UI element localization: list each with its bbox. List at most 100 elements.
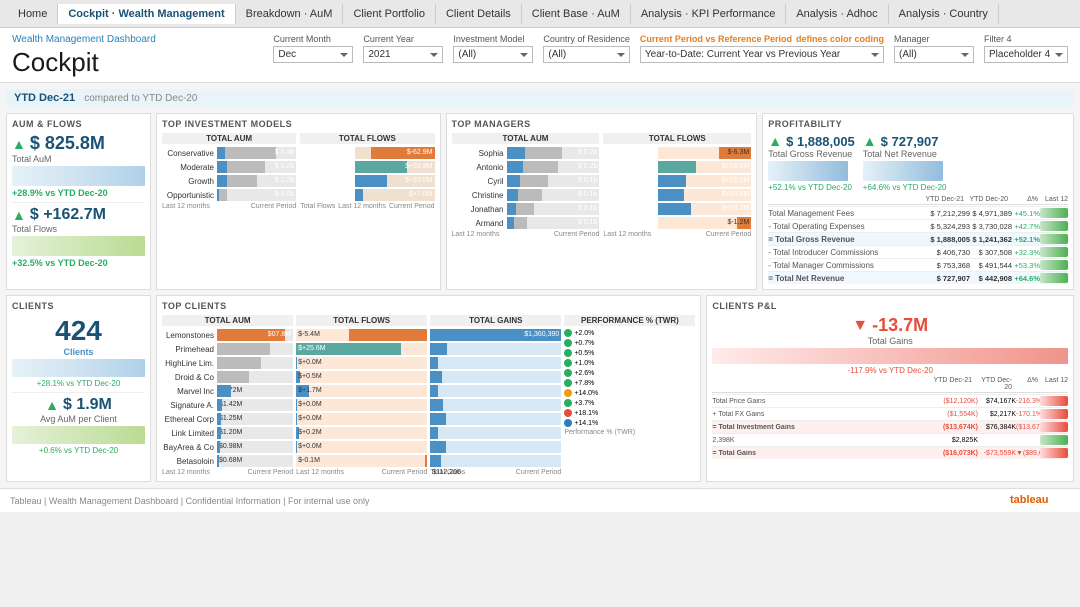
ctrl-filter4-label: Filter 4 <box>984 34 1068 44</box>
gains-label: Total Gains <box>712 336 1068 346</box>
mgr-flows-label: TOTAL FLOWS <box>603 133 751 144</box>
mgr-flows-col: TOTAL FLOWS $-6.3M $+16.6M $+16.2M $+10.… <box>603 133 751 238</box>
tc-gn-pri: $172,315 <box>430 343 561 355</box>
footer: Tableau | Wealth Management Dashboard | … <box>0 488 1080 512</box>
pnl-total-gains: = Total Gains($16,073K)-$73,559K▼($89,63… <box>712 446 1068 459</box>
flows-mini-chart <box>12 236 145 256</box>
ctrl-country-label: Country of Residence <box>543 34 630 44</box>
investment-models-cols: TOTAL AUM Conservative $ 0.4b Moderate <box>162 133 435 210</box>
nav-client-base[interactable]: Client Base · AuM <box>522 4 631 24</box>
tc-gn-eth: $160,221 <box>430 413 561 425</box>
manager-select[interactable]: (All) <box>894 46 974 63</box>
inv-aum-label: TOTAL AUM <box>162 133 296 144</box>
inv-flows-label: TOTAL FLOWS <box>300 133 434 144</box>
main-content: YTD Dec-21 compared to YTD Dec-20 AuM & … <box>0 83 1080 488</box>
tc-flows-bars: $-5.4M $+25.6M $+0.0M $+0.5M $+1.7M $+0.… <box>296 329 427 467</box>
clients-pnl-panel: CLIENTS P&L ▼ -13.7M Total Gains -117.9%… <box>706 295 1074 482</box>
mgr-christine-flows: $+10.2M <box>603 189 751 201</box>
clients-count: 424 <box>12 315 145 347</box>
tc-pf-bay: +18.1% <box>564 409 695 417</box>
tc-flows-label: TOTAL FLOWS <box>296 315 427 326</box>
tc-aum-marvel: Marvel Inc$4.72M <box>162 385 293 397</box>
ctrl-country: Country of Residence (All) <box>543 34 630 63</box>
tc-pf-hig: +0.5% <box>564 349 695 357</box>
tc-fl-dro: $+0.5M <box>296 371 427 383</box>
nav-analysis-country[interactable]: Analysis · Country <box>889 4 999 24</box>
header-subtitle: Wealth Management Dashboard <box>12 34 156 45</box>
tc-perf-rows: +2.0% +0.7% +0.5% +1.0% +2.6% +7.8% +14.… <box>564 329 695 427</box>
avg-change: +0.6% vs YTD Dec-20 <box>12 446 145 455</box>
pnl-other: 2,398K$2,825K <box>712 433 1068 446</box>
gross-value: $ 1,888,005 <box>786 134 855 149</box>
nav-cockpit[interactable]: Cockpit · Wealth Management <box>58 4 235 24</box>
tc-gn-lnk: $83,097 <box>430 427 561 439</box>
mgr-christine-aum: Christine$ 0.1b <box>452 189 600 201</box>
tc-perf-label: PERFORMANCE % (TWR) <box>564 315 695 326</box>
country-select[interactable]: (All) <box>543 46 630 63</box>
tc-fl-lem: $-5.4M <box>296 329 427 341</box>
tc-aum-bars: Lemonstones$07.8M Primehead$17.53M HighL… <box>162 329 293 467</box>
tc-aum-highline: HighLine Lim.$14.57M <box>162 357 293 369</box>
nav-client-details[interactable]: Client Details <box>436 4 522 24</box>
pnl-inv-gains: = Total Investment Gains($13,674K)$76,38… <box>712 420 1068 433</box>
tc-aum-signature: Signature A.$1.42M <box>162 399 293 411</box>
nav-breakdown[interactable]: Breakdown · AuM <box>236 4 344 24</box>
profitability-panel: PROFITABILITY ▲ $ 1,888,005 Total Gross … <box>762 113 1074 290</box>
flows-kpi: ▲ $ +162.7M Total Flows +32.5% vs YTD De… <box>12 206 145 268</box>
prof-op-exp: - Total Operating Expenses$ 5,324,293$ 3… <box>768 219 1068 232</box>
tc-pf-dro: +1.0% <box>564 359 695 367</box>
nav-analysis-kpi[interactable]: Analysis · KPI Performance <box>631 4 787 24</box>
prof-net-rev: = Total Net Revenue$ 727,907$ 442,908+64… <box>768 271 1068 284</box>
flows-arrow: ▲ <box>12 207 26 223</box>
tc-fl-eth: $+0.0M <box>296 413 427 425</box>
inv-aum-col: TOTAL AUM Conservative $ 0.4b Moderate <box>162 133 296 210</box>
ctrl-month-label: Current Month <box>273 34 353 44</box>
period-select[interactable]: Year-to-Date: Current Year vs Previous Y… <box>640 46 884 63</box>
ctrl-filter4: Filter 4 Placeholder 4 <box>984 34 1068 63</box>
net-change: +64.6% vs YTD Dec-20 <box>863 183 947 192</box>
tc-gn-sig: $135,477 <box>430 399 561 411</box>
tc-gn-bay: $161,641 <box>430 441 561 453</box>
flows-change: +32.5% vs YTD Dec-20 <box>12 258 145 268</box>
avg-label: Avg AuM per Client <box>12 414 145 424</box>
inv-row-growth: Growth $ 0.2b <box>162 175 296 187</box>
gross-change: +52.1% vs YTD Dec-20 <box>768 183 855 192</box>
avg-arrow: ▲ <box>45 397 59 413</box>
clients-title: CLIENTS <box>12 301 145 311</box>
tc-gains-panel: TOTAL GAINS $1,360,390 $172,315 $88,137 … <box>430 315 561 476</box>
top-sections-row: AuM & FLOWS ▲ $ 825.8M Total AuM +28.9% … <box>6 113 1074 290</box>
tc-aum-primehead: Primehead$17.53M <box>162 343 293 355</box>
nav-home[interactable]: Home <box>8 4 58 24</box>
tc-gn-lem: $1,360,390 <box>430 329 561 341</box>
investment-model-select[interactable]: (All) <box>453 46 533 63</box>
aum-value: $ 825.8M <box>30 133 105 154</box>
top-clients-title: TOP CLIENTS <box>162 301 695 311</box>
inv-row-moderate: Moderate $ 0.2b <box>162 161 296 173</box>
tc-fl-pri: $+25.6M <box>296 343 427 355</box>
net-label: Total Net Revenue <box>863 149 947 159</box>
current-month-select[interactable]: Dec <box>273 46 353 63</box>
tc-gains-bars: $1,360,390 $172,315 $88,137 $122,219 $83… <box>430 329 561 467</box>
svg-text:tableau: tableau <box>1010 494 1049 506</box>
ytd-bar: YTD Dec-21 compared to YTD Dec-20 <box>6 89 1074 107</box>
tc-perf-panel: PERFORMANCE % (TWR) +2.0% +0.7% +0.5% +1… <box>564 315 695 476</box>
ctrl-current-month: Current Month Dec <box>273 34 353 63</box>
ytd-compared: compared to YTD Dec-20 <box>84 93 197 104</box>
ctrl-period: Current Period vs Reference Period defin… <box>640 34 884 63</box>
current-year-select[interactable]: 2021 <box>363 46 443 63</box>
mgr-sophia-flows: $-6.3M <box>603 147 751 159</box>
ctrl-manager: Manager (All) <box>894 34 974 63</box>
tc-pf-sig: +7.8% <box>564 379 695 387</box>
clients-chart <box>12 359 145 377</box>
aum-change: +28.9% vs YTD Dec-20 <box>12 188 145 198</box>
mgr-antonio-aum: Antonio$ 0.2b <box>452 161 600 173</box>
bottom-row: CLIENTS 424 Clients +28.1% vs YTD Dec-20… <box>6 295 1074 482</box>
prof-gross-rev: = Total Gross Revenue$ 1,888,005$ 1,241,… <box>768 232 1068 245</box>
top-managers-title: TOP MANAGERS <box>452 119 752 129</box>
investment-models-panel: TOP INVESTMENT MODELS TOTAL AUM Conserva… <box>156 113 441 290</box>
filter4-select[interactable]: Placeholder 4 <box>984 46 1068 63</box>
tc-pf-pri: +0.7% <box>564 339 695 347</box>
nav-analysis-adhoc[interactable]: Analysis · Adhoc <box>786 4 888 24</box>
ctrl-investment-model: Investment Model (All) <box>453 34 533 63</box>
nav-client-portfolio[interactable]: Client Portfolio <box>343 4 436 24</box>
